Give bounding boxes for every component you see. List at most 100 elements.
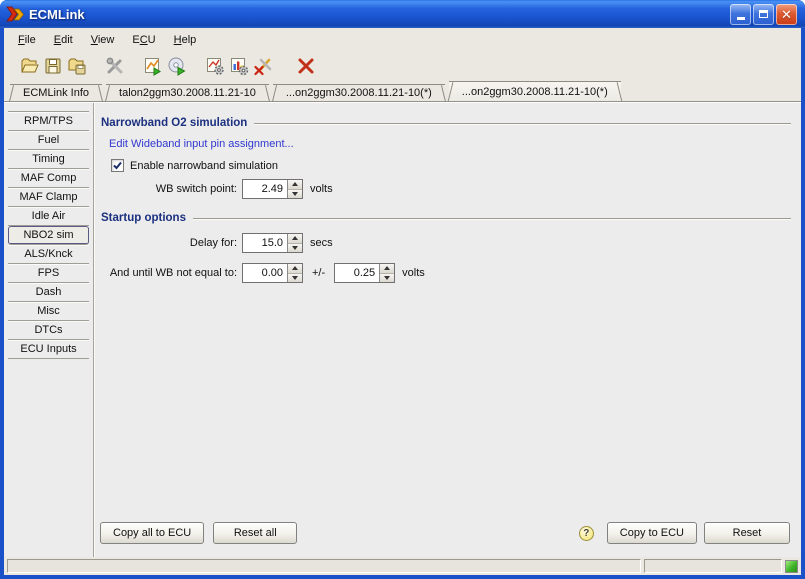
menu-ecu[interactable]: ECU: [123, 31, 164, 49]
disable-tools-button[interactable]: [251, 54, 275, 78]
spin-up-button[interactable]: [288, 180, 302, 189]
section-rule: [254, 123, 791, 125]
sidebar-item-fuel[interactable]: Fuel: [8, 131, 89, 150]
save-all-button[interactable]: [65, 54, 89, 78]
tolerance-value[interactable]: 0.25: [335, 264, 379, 282]
minimize-button[interactable]: [730, 3, 751, 25]
delay-spinner[interactable]: 15.0: [242, 233, 303, 253]
tolerance-spinner[interactable]: 0.25: [334, 263, 396, 283]
tab-ecmlink-info[interactable]: ECMLink Info: [10, 84, 103, 101]
sidebar: RPM/TPS Fuel Timing MAF Comp MAF Clamp I…: [8, 111, 89, 359]
app-window: ECMLink ✕ File Edit View ECU Help ECMLin…: [0, 0, 805, 579]
sidebar-item-maf-comp[interactable]: MAF Comp: [8, 169, 89, 188]
section-title-startup: Startup options: [101, 212, 186, 224]
menu-help[interactable]: Help: [165, 31, 206, 49]
sidebar-item-als-knck[interactable]: ALS/Knck: [8, 245, 89, 264]
folder-save-icon: [68, 58, 86, 75]
spin-down-button[interactable]: [380, 272, 395, 282]
plus-minus-label: +/-: [312, 267, 326, 279]
save-button[interactable]: [41, 54, 65, 78]
window-controls: ✕: [730, 3, 797, 25]
toolbar: [4, 51, 801, 81]
export-cd-button[interactable]: [165, 54, 189, 78]
tab-tune-2[interactable]: ...on2ggm30.2008.11.21-10(*): [272, 84, 445, 101]
reset-all-button[interactable]: Reset all: [213, 522, 298, 544]
sidebar-item-dtcs[interactable]: DTCs: [8, 321, 89, 340]
edit-wideband-pin-link[interactable]: Edit Wideband input pin assignment...: [109, 138, 294, 150]
title-bar[interactable]: ECMLink ✕: [0, 0, 805, 28]
cd-export-icon: [168, 57, 186, 76]
sidebar-item-ecu-inputs[interactable]: ECU Inputs: [8, 340, 89, 359]
tab-tune-3-active[interactable]: ...on2ggm30.2008.11.21-10(*): [448, 81, 621, 101]
spin-down-button[interactable]: [288, 188, 302, 198]
tools-icon: [106, 57, 123, 74]
menu-file[interactable]: File: [9, 31, 45, 49]
wb-switch-point-spinner[interactable]: 2.49: [242, 179, 303, 199]
sidebar-item-misc[interactable]: Misc: [8, 302, 89, 321]
open-file-button[interactable]: [17, 54, 41, 78]
copy-all-to-ecu-button[interactable]: Copy all to ECU: [100, 522, 205, 544]
sidebar-item-fps[interactable]: FPS: [8, 264, 89, 283]
close-button[interactable]: ✕: [776, 3, 797, 25]
down-arrow-icon: [292, 275, 298, 280]
menu-edit[interactable]: Edit: [45, 31, 82, 49]
delay-label: Delay for:: [189, 237, 237, 249]
menu-bar: File Edit View ECU Help: [4, 28, 801, 51]
spin-down-button[interactable]: [288, 272, 302, 282]
close-icon: ✕: [781, 6, 792, 22]
maximize-icon: [759, 10, 768, 18]
until-wb-unit: volts: [402, 267, 425, 279]
wb-switch-point-row: WB switch point: 2.49 volts: [97, 179, 795, 199]
nbo2-settings-panel: Narrowband O2 simulation Edit Wideband i…: [97, 103, 795, 557]
until-wb-spinner[interactable]: 0.00: [242, 263, 303, 283]
spin-down-button[interactable]: [288, 242, 302, 252]
down-arrow-icon: [292, 191, 298, 196]
up-arrow-icon: [292, 182, 298, 187]
menu-view[interactable]: View: [82, 31, 124, 49]
sidebar-item-timing[interactable]: Timing: [8, 150, 89, 169]
tab-label: ECMLink Info: [23, 87, 90, 99]
tab-bar: ECMLink Info talon2ggm30.2008.11.21-10 .…: [4, 81, 801, 102]
tab-tune-1[interactable]: talon2ggm30.2008.11.21-10: [106, 84, 269, 101]
sidebar-divider: [93, 103, 95, 557]
spin-up-button[interactable]: [288, 264, 302, 273]
sidebar-item-dash[interactable]: Dash: [8, 283, 89, 302]
until-wb-value[interactable]: 0.00: [243, 264, 287, 282]
up-arrow-icon: [384, 266, 391, 271]
delay-unit: secs: [310, 237, 333, 249]
close-tune-button[interactable]: [294, 54, 318, 78]
up-arrow-icon: [292, 266, 298, 271]
delay-value[interactable]: 15.0: [243, 234, 287, 252]
section-rule: [192, 218, 791, 220]
display-settings-button[interactable]: [227, 54, 251, 78]
enable-narrowband-label: Enable narrowband simulation: [130, 159, 278, 172]
checkmark-icon: [113, 161, 122, 170]
reset-button[interactable]: Reset: [704, 522, 790, 544]
tab-label: ...on2ggm30.2008.11.21-10(*): [285, 87, 432, 99]
tab-content-pane: RPM/TPS Fuel Timing MAF Comp MAF Clamp I…: [4, 102, 801, 557]
window-client-area: File Edit View ECU Help ECMLink Info tal…: [4, 28, 801, 575]
tab-label: talon2ggm30.2008.11.21-10: [119, 87, 256, 99]
sidebar-item-idle-air[interactable]: Idle Air: [8, 207, 89, 226]
copy-to-ecu-button[interactable]: Copy to ECU: [606, 522, 697, 544]
sidebar-item-maf-clamp[interactable]: MAF Clamp: [8, 188, 89, 207]
wb-switch-point-unit: volts: [310, 183, 333, 195]
down-arrow-icon: [384, 275, 391, 280]
up-arrow-icon: [292, 236, 298, 241]
narrowband-section-header: Narrowband O2 simulation: [101, 117, 791, 129]
status-message-panel: [7, 559, 641, 573]
export-chart-button[interactable]: [141, 54, 165, 78]
wb-switch-point-value[interactable]: 2.49: [243, 180, 287, 198]
wb-switch-point-label: WB switch point:: [155, 183, 237, 195]
spin-up-button[interactable]: [380, 264, 395, 273]
tools-button[interactable]: [103, 54, 127, 78]
minimize-icon: [736, 17, 745, 20]
sidebar-item-rpm-tps[interactable]: RPM/TPS: [8, 112, 89, 131]
maximize-button[interactable]: [753, 3, 774, 25]
enable-narrowband-checkbox[interactable]: [111, 159, 124, 172]
sidebar-item-nbo2-sim[interactable]: NBO2 sim: [8, 226, 89, 245]
open-folder-icon: [21, 58, 39, 73]
help-icon[interactable]: ?: [578, 525, 594, 541]
spin-up-button[interactable]: [288, 234, 302, 243]
chart-settings-button[interactable]: [203, 54, 227, 78]
